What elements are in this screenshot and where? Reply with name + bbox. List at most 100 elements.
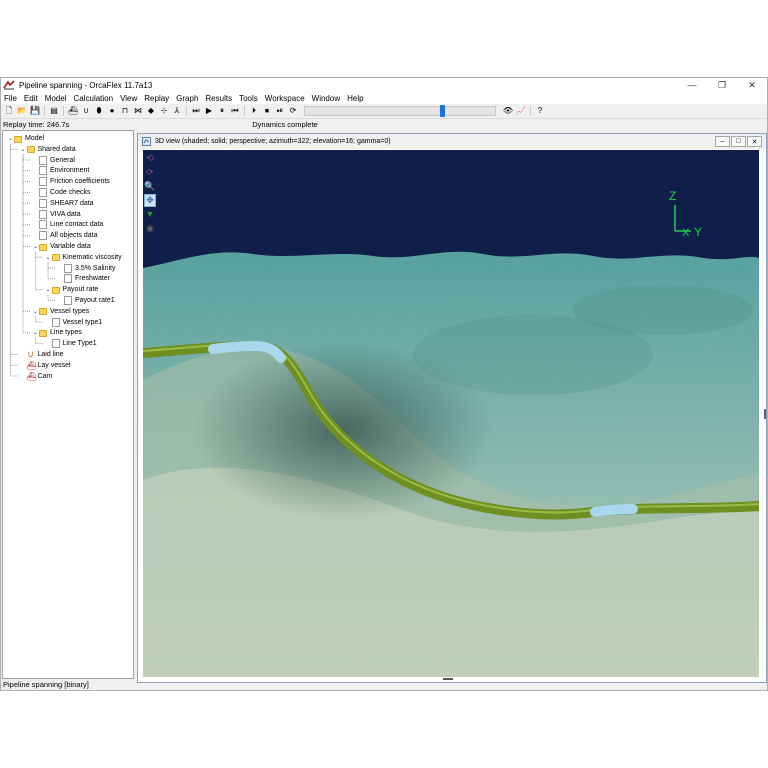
help-icon[interactable]: ? xyxy=(534,105,546,117)
folder-icon xyxy=(39,329,47,337)
menu-workspace[interactable]: Workspace xyxy=(265,94,305,103)
visibility-icon[interactable]: ◉ xyxy=(144,222,156,235)
folder-icon xyxy=(39,243,47,251)
static-icon[interactable]: ⏭ xyxy=(190,105,202,117)
new-3d-buoy-icon[interactable]: ● xyxy=(106,105,118,117)
tree-item[interactable]: Freshwater xyxy=(57,273,110,284)
menu-edit[interactable]: Edit xyxy=(24,94,38,103)
tree-item[interactable]: ⛴ Lay vessel xyxy=(20,360,71,371)
tree-item[interactable]: Payout rate1 xyxy=(57,295,115,306)
new-shape-icon[interactable]: ◆ xyxy=(145,105,157,117)
start-replay-icon[interactable]: ⏵ xyxy=(248,105,260,117)
view-minimize-button[interactable]: – xyxy=(715,136,730,147)
menu-results[interactable]: Results xyxy=(205,94,232,103)
tree-item-label: Line Type1 xyxy=(62,340,97,348)
minimize-button[interactable]: — xyxy=(677,78,707,92)
tree-item[interactable]: Line Type1 xyxy=(45,338,97,349)
seabed-render[interactable]: Z X Y xyxy=(143,150,759,677)
replay-slider-thumb[interactable] xyxy=(439,105,445,117)
collapse-icon[interactable]: ⌄ xyxy=(45,286,52,293)
collapse-icon[interactable]: ⌄ xyxy=(20,146,27,153)
replay-slider[interactable] xyxy=(304,105,496,117)
replay-step-icon[interactable]: ⏯ xyxy=(274,105,286,117)
tree-item[interactable]: Friction coefficients xyxy=(32,176,110,187)
rotate-icon[interactable]: ⟲ xyxy=(144,152,156,165)
tree-item[interactable]: SHEAR7 data xyxy=(32,198,94,209)
tree-item[interactable]: ⌄ Payout rate xyxy=(45,284,98,295)
tree-item[interactable]: Environment xyxy=(32,165,89,176)
toolbar-separator xyxy=(61,105,66,117)
tree-item[interactable]: 3.5% Salinity xyxy=(57,263,115,274)
tree-item-label: Laid line xyxy=(37,351,64,358)
shading-icon[interactable]: ▼ xyxy=(144,208,156,221)
view-close-button[interactable]: ✕ xyxy=(747,136,762,147)
collapse-icon[interactable]: ⌄ xyxy=(32,308,39,315)
tree-item[interactable]: ⌄ Variable data xyxy=(32,241,91,252)
menu-tools[interactable]: Tools xyxy=(239,94,258,103)
3d-view-title-bar: 3D view (shaded; solid; perspective; azi… xyxy=(138,134,766,149)
menu-file[interactable]: File xyxy=(4,94,17,103)
new-constraint-icon[interactable]: ⊹ xyxy=(158,105,170,117)
document-icon xyxy=(39,231,47,241)
tree-item[interactable]: ⌄ Kinematic viscosity xyxy=(45,252,122,263)
close-button[interactable]: ✕ xyxy=(737,78,767,92)
model-browser-icon[interactable]: ▤ xyxy=(48,105,60,117)
tree-item[interactable]: All objects data xyxy=(32,230,97,241)
tree-item-label: Variable data xyxy=(50,243,91,250)
new-line-icon[interactable]: ∪ xyxy=(80,105,92,117)
new-winch-icon[interactable]: ⊓ xyxy=(119,105,131,117)
results-icon[interactable]: 📈 xyxy=(515,105,527,117)
orbit-icon[interactable]: ⟳ xyxy=(144,166,156,179)
zoom-icon[interactable]: 🔍 xyxy=(144,180,156,193)
tree-item[interactable]: ⌄ Line types xyxy=(32,327,82,338)
menu-window[interactable]: Window xyxy=(312,94,340,103)
pan-icon[interactable]: ✥ xyxy=(144,194,156,207)
save-icon[interactable]: 💾 xyxy=(29,105,41,117)
new-6d-buoy-icon[interactable]: ⬮ xyxy=(93,105,105,117)
menu-help[interactable]: Help xyxy=(347,94,363,103)
run-icon[interactable]: ▶ xyxy=(203,105,215,117)
replay-parameters-icon[interactable]: ⟳ xyxy=(287,105,299,117)
tree-item[interactable]: VIVA data xyxy=(32,209,81,220)
menu-graph[interactable]: Graph xyxy=(176,94,198,103)
menu-model[interactable]: Model xyxy=(45,94,67,103)
tree-item[interactable]: ∪ Laid line xyxy=(20,349,64,360)
pause-icon[interactable]: ⏸ xyxy=(216,105,228,117)
view-icon[interactable]: 👁 xyxy=(502,105,514,117)
menu-view[interactable]: View xyxy=(120,94,137,103)
tree-item[interactable]: General xyxy=(32,155,75,166)
view-maximize-button[interactable]: □ xyxy=(731,136,746,147)
tree-item[interactable]: Line contact data xyxy=(32,219,103,230)
tree-item[interactable]: ⌄ Model xyxy=(7,133,44,144)
splitter-handle[interactable] xyxy=(764,409,766,419)
tree-item-label: Vessel types xyxy=(50,307,90,315)
reset-icon[interactable]: ⏮ xyxy=(229,105,241,117)
3d-scene[interactable]: Z X Y xyxy=(143,150,759,677)
window-title: Pipeline spanning - OrcaFlex 11.7a13 xyxy=(19,80,153,90)
new-link-icon[interactable]: ⋈ xyxy=(132,105,144,117)
open-icon[interactable]: 📂 xyxy=(16,105,28,117)
tree-item[interactable]: ⛴ Cam xyxy=(20,371,53,382)
collapse-icon[interactable]: ⌄ xyxy=(32,329,39,336)
tree-item-label: General xyxy=(50,156,75,164)
tree-item[interactable]: Vessel type1 xyxy=(45,317,102,328)
collapse-icon[interactable]: ⌄ xyxy=(32,243,39,250)
tree-item[interactable]: ⌄ Vessel types xyxy=(32,306,89,317)
new-turbine-icon[interactable]: ⅄ xyxy=(171,105,183,117)
axis-z-label: Z xyxy=(669,189,676,203)
menu-calculation[interactable]: Calculation xyxy=(73,94,113,103)
collapse-icon[interactable]: ⌄ xyxy=(45,254,52,261)
collapse-icon[interactable]: ⌄ xyxy=(7,135,14,142)
model-browser[interactable]: ⌄ Model ⌄ Shared data General Environment Fric… xyxy=(2,130,134,679)
folder-icon xyxy=(51,286,60,294)
tree-item[interactable]: Code checks xyxy=(32,187,90,198)
tree-item-label: Friction coefficients xyxy=(50,178,110,186)
menu-replay[interactable]: Replay xyxy=(144,94,169,103)
new-icon[interactable]: 🗋 xyxy=(3,105,15,117)
maximize-button[interactable]: ❐ xyxy=(707,78,737,92)
document-icon xyxy=(64,296,72,305)
stop-replay-icon[interactable]: ⏹ xyxy=(261,105,273,117)
new-vessel-icon[interactable]: ⛴ xyxy=(67,105,79,117)
document-icon xyxy=(39,166,47,176)
tree-item[interactable]: ⌄ Shared data xyxy=(20,144,76,155)
